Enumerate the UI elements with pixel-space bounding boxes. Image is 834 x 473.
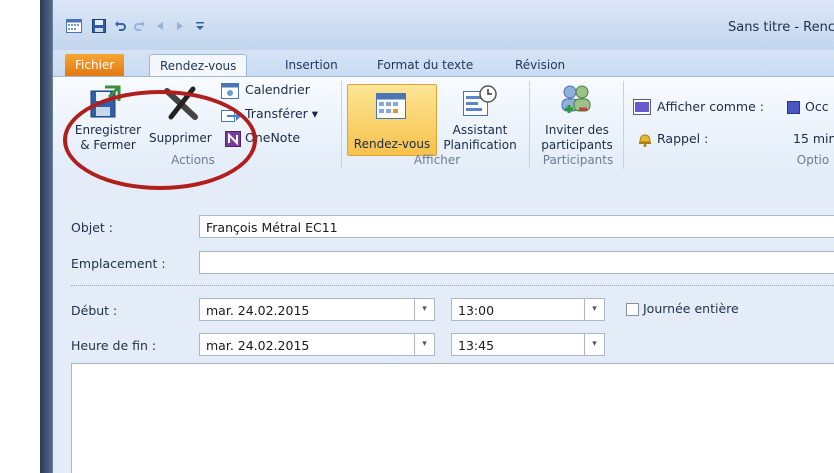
window-shadow-strip — [40, 0, 52, 473]
afficher-group-label: Afficher — [413, 153, 461, 167]
end-time-input[interactable]: 13:45 — [451, 333, 585, 356]
participants-icon — [559, 83, 593, 120]
show-as-label: Afficher comme : — [657, 99, 764, 114]
redo-icon — [133, 18, 147, 34]
scheduling-assistant-line2: Planification — [443, 138, 517, 152]
tab-revision[interactable]: Révision — [505, 54, 575, 76]
appointment-body-textarea[interactable] — [71, 363, 834, 473]
participants-group-label: Participants — [542, 153, 614, 167]
scheduling-assistant-line1: Assistant — [452, 123, 508, 137]
reminder-control[interactable]: Rappel : 15 min — [637, 129, 834, 151]
invite-label-line1: Inviter des — [545, 123, 609, 137]
reminder-value: 15 min — [793, 131, 834, 146]
end-label: Heure de fin : — [71, 338, 157, 353]
end-date-input[interactable]: mar. 24.02.2015 — [199, 333, 415, 356]
bell-icon — [637, 131, 653, 150]
chevron-down-icon: ▾ — [422, 339, 427, 349]
scheduling-assistant-button[interactable]: Assistant Planification — [437, 81, 523, 153]
highlight-annotation — [63, 90, 257, 190]
end-time-dropdown[interactable]: ▾ — [585, 333, 605, 356]
appointment-form: Objet : François Métral EC11 Emplacement… — [53, 173, 834, 473]
subject-input[interactable]: François Métral EC11 — [199, 215, 834, 238]
undo-icon[interactable] — [113, 18, 127, 34]
show-as-icon — [633, 99, 651, 118]
ribbon-separator — [623, 81, 624, 169]
start-date-input[interactable]: mar. 24.02.2015 — [199, 298, 415, 321]
appointment-view-button[interactable]: Rendez-vous — [347, 84, 437, 156]
start-label: Début : — [71, 303, 118, 318]
title-bar: Sans titre - Renc — [53, 0, 834, 50]
tab-rendez-vous[interactable]: Rendez-vous — [149, 54, 248, 77]
tab-fichier[interactable]: Fichier — [65, 54, 125, 76]
previous-item-icon — [153, 18, 167, 34]
chevron-down-icon: ▾ — [592, 304, 597, 314]
location-input[interactable] — [199, 251, 834, 274]
calendar-app-icon[interactable] — [65, 18, 83, 34]
tab-format-du-texte[interactable]: Format du texte — [367, 54, 483, 76]
reminder-label: Rappel : — [657, 131, 709, 146]
options-group-label: Optio — [796, 153, 830, 167]
ribbon-tabs: Fichier Rendez-vous Insertion Format du … — [53, 50, 834, 77]
next-item-icon — [173, 18, 187, 34]
start-time-input[interactable]: 13:00 — [451, 298, 585, 321]
start-time-dropdown[interactable]: ▾ — [585, 298, 605, 321]
all-day-label: Journée entière — [643, 301, 739, 316]
location-label: Emplacement : — [71, 256, 166, 271]
form-divider — [71, 285, 834, 286]
tab-insertion[interactable]: Insertion — [275, 54, 348, 76]
invite-participants-button[interactable]: Inviter des participants — [535, 81, 619, 153]
show-as-swatch — [787, 101, 800, 114]
subject-label: Objet : — [71, 220, 114, 235]
ribbon-separator — [341, 81, 342, 169]
chevron-down-icon: ▾ — [592, 339, 597, 349]
forward-label: Transférer ▾ — [245, 106, 319, 121]
window-title: Sans titre - Renc — [727, 20, 834, 35]
customize-toolbar-icon[interactable] — [195, 18, 205, 34]
chevron-down-icon: ▾ — [422, 304, 427, 314]
start-date-dropdown[interactable]: ▾ — [415, 298, 435, 321]
appointment-view-label: Rendez-vous — [353, 137, 431, 151]
show-as-control[interactable]: Afficher comme : Occ — [633, 97, 834, 119]
appointment-calendar-icon — [376, 93, 406, 122]
calendar-icon — [221, 83, 239, 102]
show-as-value: Occ — [805, 99, 829, 114]
calendar-label: Calendrier — [245, 82, 310, 97]
appointment-window: Sans titre - Renc Fichier Rendez-vous In… — [52, 0, 834, 473]
scheduling-assistant-icon — [463, 85, 497, 120]
invite-label-line2: participants — [541, 138, 613, 152]
save-icon[interactable] — [91, 18, 107, 34]
ribbon-separator — [529, 81, 530, 169]
end-date-dropdown[interactable]: ▾ — [415, 333, 435, 356]
all-day-checkbox[interactable] — [626, 303, 639, 316]
calendar-button[interactable]: Calendrier — [221, 81, 321, 101]
